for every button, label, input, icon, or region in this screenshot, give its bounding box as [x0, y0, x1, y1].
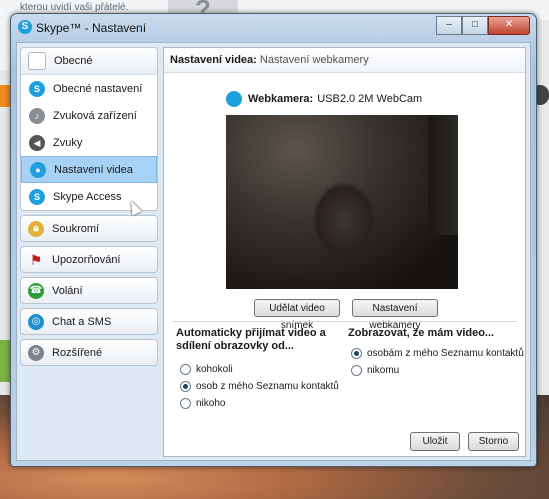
lock-icon: 🔒︎ — [28, 220, 44, 237]
take-snapshot-button[interactable]: Udělat video snímek — [254, 299, 340, 331]
sidebar-category-label: Upozorňování — [52, 253, 121, 266]
receive-option-contacts[interactable]: osob z mého Seznamu kontaktů — [180, 381, 339, 392]
wifi-icon: S — [29, 188, 45, 205]
radio-button[interactable] — [351, 365, 362, 376]
chat-icon: ◎ — [28, 313, 44, 330]
caption-buttons: – □ ✕ — [436, 16, 530, 35]
gear-icon: ⚙ — [28, 344, 44, 361]
sidebar-category-chat-sms[interactable]: ◎ Chat a SMS — [20, 308, 158, 335]
radio-button-selected[interactable] — [351, 348, 362, 359]
radio-button[interactable] — [180, 364, 191, 375]
dialog-client-area: Obecné S Obecné nastavení ♪ Zvuková zaří… — [16, 42, 531, 461]
webcam-label: Webkamera: — [248, 93, 314, 105]
sidebar-item-video-settings[interactable]: ● Nastavení videa — [21, 156, 157, 183]
sidebar-category-advanced[interactable]: ⚙ Rozšířené — [20, 339, 158, 366]
receive-option-nobody[interactable]: nikoho — [180, 398, 225, 409]
radio-button-selected[interactable] — [180, 381, 191, 392]
show-video-title: Zobrazovat, že mám video... — [348, 327, 495, 339]
sidebar-group-general: Obecné S Obecné nastavení ♪ Zvuková zaří… — [20, 47, 158, 211]
panel-header: Nastavení videa: Nastavení webkamery — [164, 48, 525, 73]
skype-icon: S — [29, 80, 45, 97]
panel-subtitle: Nastavení webkamery — [259, 54, 369, 66]
sidebar-category-label: Chat a SMS — [52, 315, 112, 328]
radio-label: nikomu — [367, 365, 400, 376]
title-bar[interactable]: S Skype™ - Nastavení – □ ✕ — [11, 14, 536, 42]
window-icon — [28, 52, 46, 70]
sidebar-item-general-settings[interactable]: S Obecné nastavení — [21, 75, 157, 102]
speaker-icon: ◀ — [29, 134, 45, 151]
background-text: kterou uvidí vaši přátelé. — [20, 2, 129, 13]
show-option-nobody[interactable]: nikomu — [351, 365, 399, 376]
section-divider — [172, 321, 517, 322]
sidebar-item-label: Zvuková zařízení — [53, 109, 137, 122]
radio-label: osob z mého Seznamu kontaktů — [196, 381, 339, 392]
cancel-button[interactable]: Storno — [468, 432, 519, 451]
radio-label: osobám z mého Seznamu kontaktů — [367, 348, 524, 359]
minimize-button[interactable]: – — [436, 16, 462, 35]
video-settings-panel: Nastavení videa: Nastavení webkamery Web… — [163, 47, 526, 457]
webcam-icon: ● — [30, 161, 46, 178]
radio-label: kohokoli — [196, 364, 233, 375]
webcam-settings-button[interactable]: Nastavení webkamery — [352, 299, 438, 331]
webcam-name: USB2.0 2M WebCam — [317, 93, 423, 105]
phone-icon: ☎ — [28, 282, 44, 299]
sidebar-item-audio-devices[interactable]: ♪ Zvuková zařízení — [21, 102, 157, 129]
sidebar-item-label: Nastavení videa — [54, 163, 133, 176]
sidebar-category-label: Rozšířené — [52, 346, 103, 359]
webcam-icon — [226, 91, 242, 107]
webcam-label-row: Webkamera: USB2.0 2M WebCam — [226, 91, 422, 107]
sidebar-category-label: Soukromí — [52, 222, 100, 235]
skype-app-icon: S — [18, 20, 32, 34]
sidebar-category-label: Volání — [52, 284, 83, 297]
show-option-contacts[interactable]: osobám z mého Seznamu kontaktů — [351, 348, 524, 359]
sidebar-item-sounds[interactable]: ◀ Zvuky — [21, 129, 157, 156]
close-button[interactable]: ✕ — [488, 16, 530, 35]
radio-label: nikoho — [196, 398, 226, 409]
flag-icon: ⚑ — [29, 251, 43, 268]
video-background-frame — [428, 115, 458, 235]
receive-option-anyone[interactable]: kohokoli — [180, 364, 233, 375]
microphone-icon: ♪ — [29, 107, 45, 124]
radio-button[interactable] — [180, 398, 191, 409]
window-title: Skype™ - Nastavení — [36, 21, 147, 35]
panel-title: Nastavení videa: — [170, 54, 257, 66]
webcam-preview — [226, 115, 458, 289]
sidebar-category-label: Obecné — [54, 55, 93, 67]
sidebar-category-calls[interactable]: ☎ Volání — [20, 277, 158, 304]
receive-video-title: Automaticky přijímat video a sdílení obr… — [176, 327, 326, 352]
sidebar-category-privacy[interactable]: 🔒︎ Soukromí — [20, 215, 158, 242]
maximize-button[interactable]: □ — [462, 16, 488, 35]
sidebar-item-label: Skype Access — [53, 190, 122, 203]
save-button[interactable]: Uložit — [410, 432, 460, 451]
sidebar-category-notifications[interactable]: ⚑ Upozorňování — [20, 246, 158, 273]
settings-window: S Skype™ - Nastavení – □ ✕ Obecné S Obec… — [10, 13, 537, 467]
sidebar-category-general[interactable]: Obecné — [21, 48, 157, 75]
sidebar-item-label: Obecné nastavení — [53, 82, 143, 95]
sidebar-item-label: Zvuky — [53, 136, 83, 149]
